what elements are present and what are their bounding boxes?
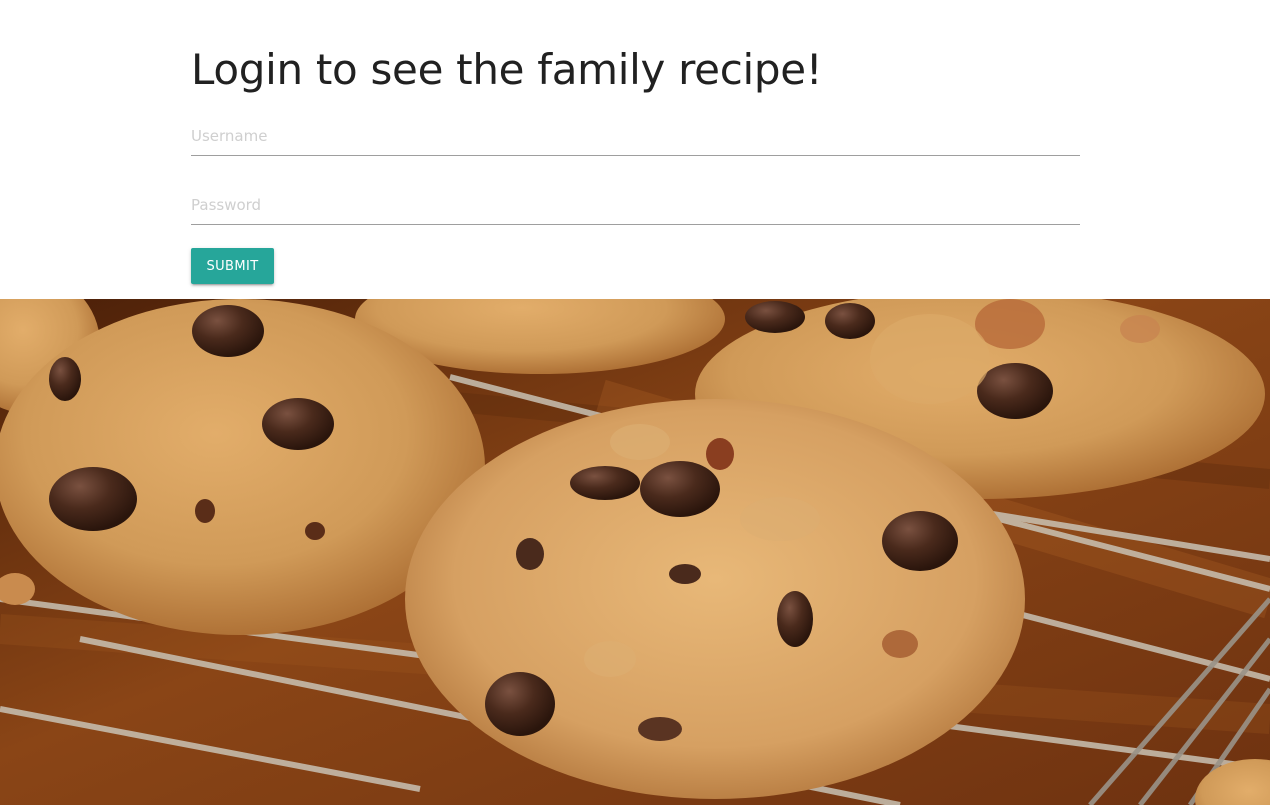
cookies-illustration: [0, 299, 1270, 805]
page-title: Login to see the family recipe!: [191, 45, 823, 94]
login-page: Login to see the family recipe! Submit: [0, 0, 1270, 805]
submit-button[interactable]: Submit: [191, 248, 274, 284]
username-input[interactable]: [191, 116, 1080, 156]
password-input[interactable]: [191, 185, 1080, 225]
login-section: Login to see the family recipe! Submit: [0, 0, 1270, 299]
cookies-hero-image: [0, 299, 1270, 805]
